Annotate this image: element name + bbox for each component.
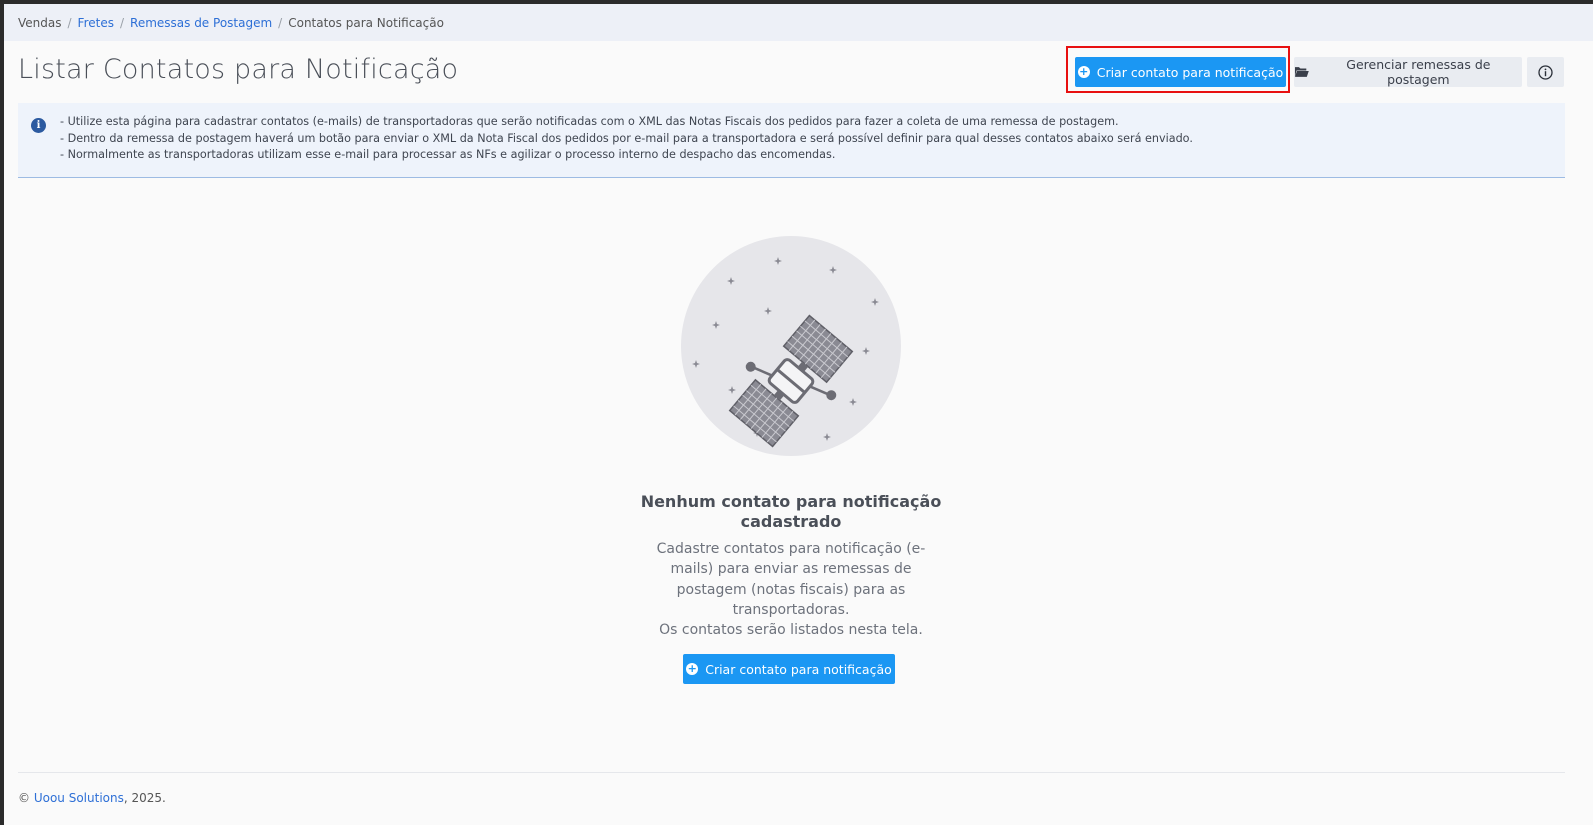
empty-state-text: Cadastre contatos para notificação (e-ma… (656, 541, 926, 618)
footer-year: , 2025. (123, 791, 166, 805)
empty-state-text-secondary: Os contatos serão listados nesta tela. (659, 622, 923, 639)
info-alert: i - Utilize esta página para cadastrar c… (18, 103, 1565, 178)
footer-divider (18, 772, 1565, 773)
help-button[interactable] (1527, 57, 1564, 87)
copyright-symbol: © (18, 791, 30, 805)
window-frame-left (0, 0, 4, 825)
folder-open-icon (1294, 67, 1309, 77)
manage-shipments-label: Gerenciar remessas de postagem (1346, 57, 1491, 87)
satellite-icon (681, 236, 901, 456)
breadcrumb-separator: / (119, 15, 125, 30)
footer: © Uoou Solutions, 2025. (18, 791, 166, 805)
breadcrumb: Vendas / Fretes / Remessas de Postagem /… (4, 4, 1593, 41)
breadcrumb-separator: / (67, 15, 72, 30)
breadcrumb-item-vendas: Vendas (18, 15, 62, 30)
breadcrumb-separator: / (278, 15, 283, 30)
info-line: - Dentro da remessa de postagem haverá u… (60, 131, 1193, 145)
breadcrumb-link-remessas[interactable]: Remessas de Postagem (130, 16, 272, 30)
create-contact-button[interactable]: + Criar contato para notificação (1075, 57, 1286, 87)
page-title: Listar Contatos para Notificação (18, 54, 459, 85)
empty-state-title: Nenhum contato para notificação cadastra… (640, 492, 942, 531)
footer-brand-link[interactable]: Uoou Solutions (34, 791, 124, 805)
empty-state-description: Cadastre contatos para notificação (e-ma… (648, 539, 934, 640)
info-line: - Utilize esta página para cadastrar con… (60, 115, 1119, 128)
manage-shipments-button[interactable]: Gerenciar remessas de postagem (1294, 57, 1522, 87)
empty-create-contact-label: Criar contato para notificação (705, 661, 892, 677)
empty-create-contact-button[interactable]: + Criar contato para notificação (683, 654, 895, 684)
plus-circle-icon: + (1077, 65, 1090, 78)
create-contact-label: Criar contato para notificação (1096, 64, 1284, 80)
plus-circle-icon: + (686, 662, 699, 675)
info-circle-icon: i (31, 118, 46, 133)
breadcrumb-link-fretes[interactable]: Fretes (78, 16, 114, 30)
info-icon (1538, 64, 1553, 80)
breadcrumb-item-current: Contatos para Notificação (288, 15, 444, 30)
info-line: - Normalmente as transportadoras utiliza… (60, 148, 836, 161)
